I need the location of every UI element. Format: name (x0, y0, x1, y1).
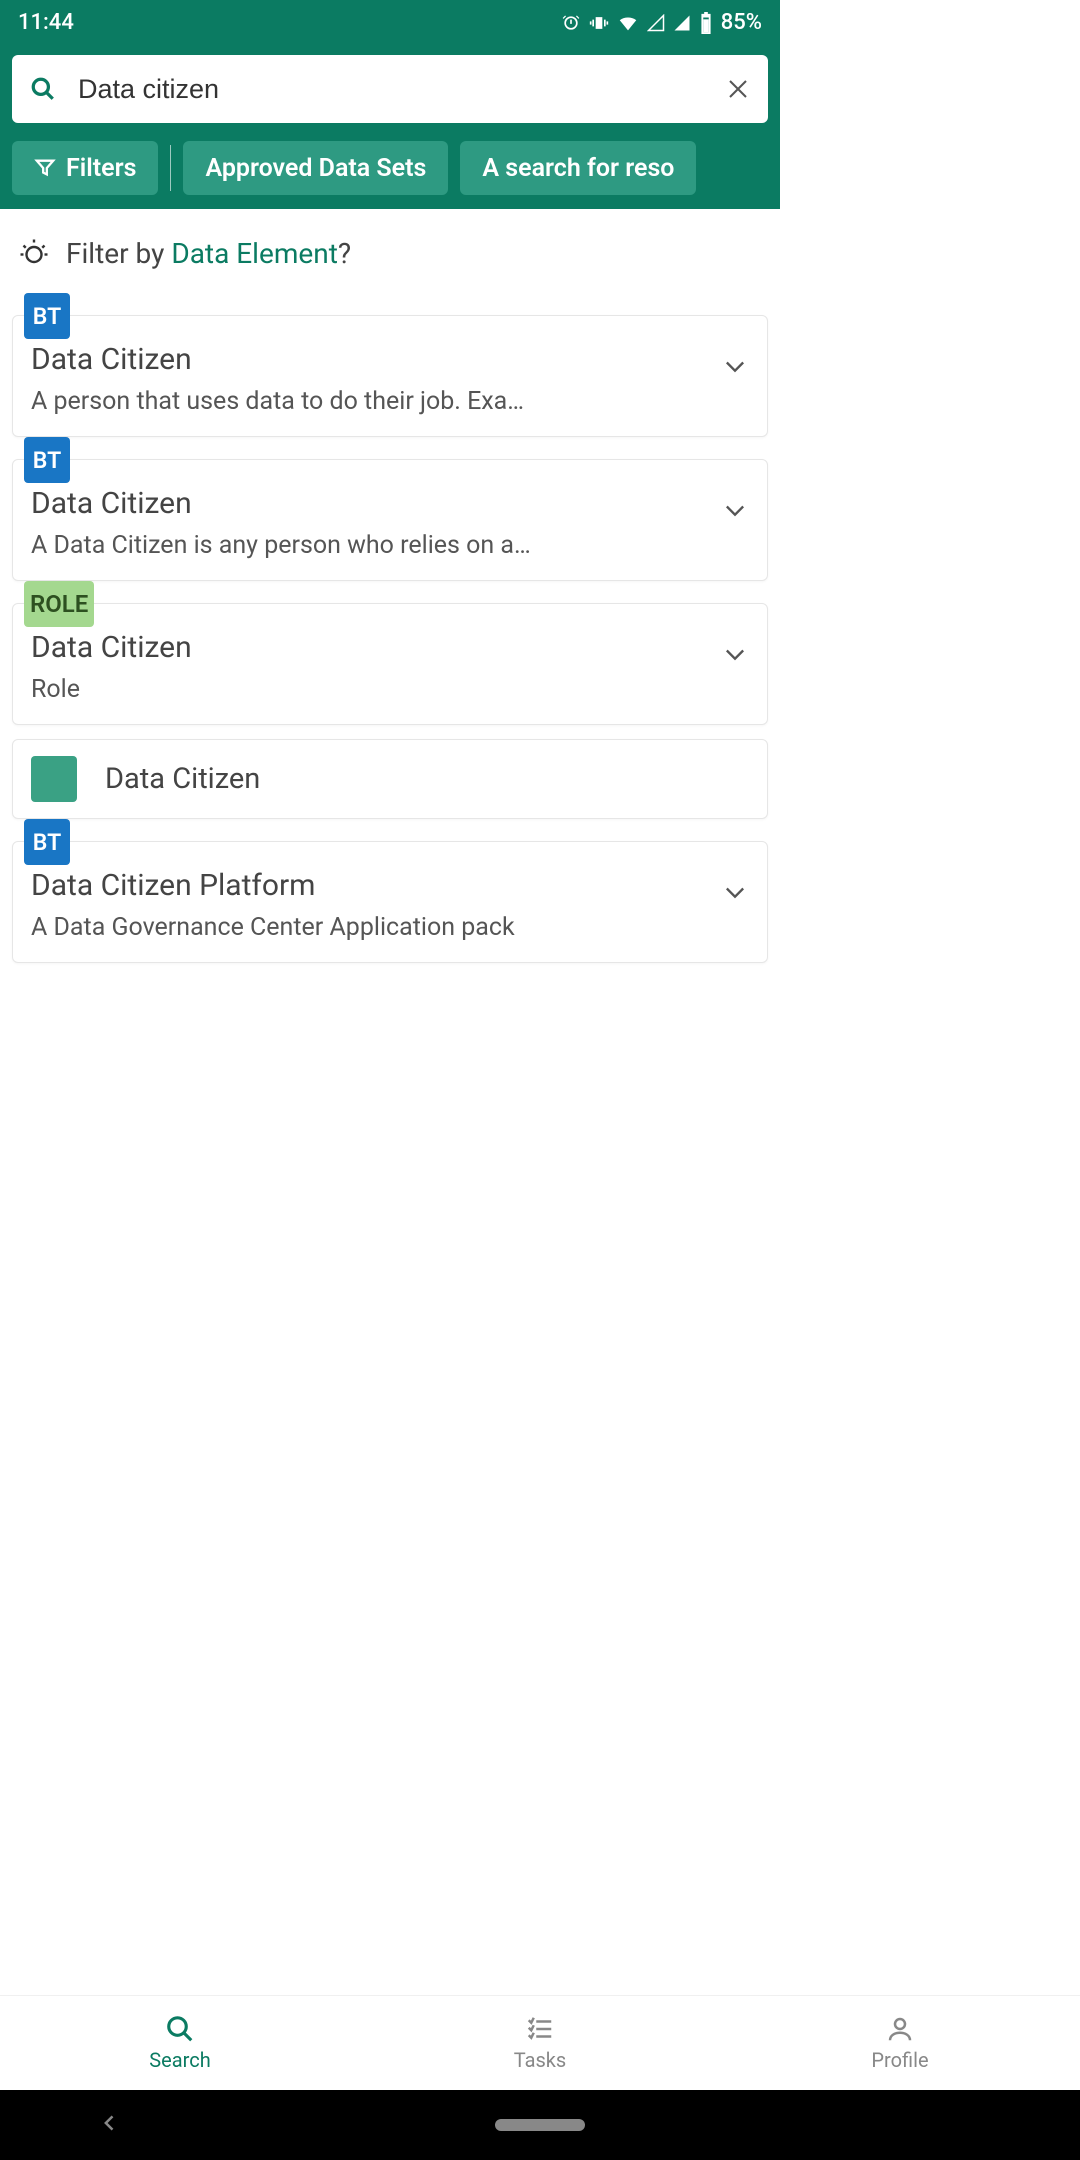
battery-icon (699, 12, 713, 34)
result-title: Data Citizen (31, 486, 721, 521)
result-title: Data Citizen (31, 630, 721, 665)
result-item: ROLE Data Citizen Role (0, 603, 780, 725)
result-item: BT Data Citizen A Data Citizen is any pe… (0, 459, 780, 581)
suggest-suffix: ? (338, 237, 351, 270)
result-card[interactable]: Data Citizen A person that uses data to … (12, 315, 768, 437)
search-icon (165, 2014, 195, 2044)
signal-icon-2 (673, 14, 691, 32)
bottom-nav: Search Tasks Profile (0, 1995, 1080, 2090)
type-badge-bt: BT (24, 293, 70, 339)
system-home-pill[interactable] (495, 2119, 585, 2131)
tasks-icon (525, 2014, 555, 2044)
nav-tasks[interactable]: Tasks (360, 1996, 720, 2090)
system-back-button[interactable] (100, 2113, 120, 2137)
result-item: BT Data Citizen Platform A Data Governan… (0, 841, 780, 963)
result-card[interactable]: Data Citizen A Data Citizen is any perso… (12, 459, 768, 581)
chevron-down-icon[interactable] (721, 352, 749, 384)
search-icon (30, 76, 56, 102)
result-card[interactable]: Data Citizen Role (12, 603, 768, 725)
filter-chip-row: Filters Approved Data Sets A search for … (12, 141, 768, 195)
status-icons: 85% (561, 10, 762, 35)
type-badge-bt: BT (24, 437, 70, 483)
result-title: Data Citizen Platform (31, 868, 721, 903)
result-title: Data Citizen (31, 342, 721, 377)
result-title: Data Citizen (105, 762, 260, 796)
search-box[interactable] (12, 55, 768, 123)
nav-search[interactable]: Search (0, 1996, 360, 2090)
result-card[interactable]: Data Citizen Platform A Data Governance … (12, 841, 768, 963)
result-item: Data Citizen (0, 739, 780, 819)
nav-profile[interactable]: Profile (720, 1996, 1080, 2090)
status-time: 11:44 (18, 10, 74, 35)
chip-divider (170, 145, 171, 191)
chevron-down-icon[interactable] (721, 640, 749, 672)
suggest-prefix: Filter by (66, 237, 171, 270)
suggest-link[interactable]: Data Element (171, 237, 338, 270)
nav-label: Profile (871, 2048, 928, 2072)
profile-icon (885, 2014, 915, 2044)
lightbulb-icon (16, 235, 52, 271)
community-icon (31, 756, 77, 802)
search-input[interactable] (78, 74, 704, 105)
alarm-icon (561, 13, 581, 33)
result-card[interactable]: Data Citizen (12, 739, 768, 819)
vibrate-icon (589, 13, 609, 33)
type-badge-bt: BT (24, 819, 70, 865)
filters-label: Filters (66, 154, 136, 183)
status-bar: 11:44 85% (0, 0, 780, 45)
chip-search-resources[interactable]: A search for reso (460, 141, 696, 195)
nav-label: Search (149, 2048, 210, 2072)
result-item: BT Data Citizen A person that uses data … (0, 315, 780, 437)
type-badge-role: ROLE (24, 581, 94, 627)
chevron-down-icon[interactable] (721, 496, 749, 528)
result-description: Role (31, 675, 631, 704)
battery-percent: 85% (721, 10, 762, 35)
search-results: Filter by Data Element? BT Data Citizen … (0, 209, 780, 1399)
chip-approved-data-sets[interactable]: Approved Data Sets (183, 141, 448, 195)
chevron-down-icon[interactable] (721, 878, 749, 910)
clear-icon[interactable] (726, 77, 750, 101)
filters-button[interactable]: Filters (12, 141, 158, 195)
result-description: A Data Citizen is any person who relies … (31, 531, 631, 560)
system-nav-bar (0, 2090, 1080, 2160)
wifi-icon (617, 12, 639, 34)
filter-suggestion[interactable]: Filter by Data Element? (0, 235, 780, 293)
nav-label: Tasks (514, 2048, 567, 2072)
result-description: A person that uses data to do their job.… (31, 387, 631, 416)
result-description: A Data Governance Center Application pac… (31, 913, 631, 942)
signal-icon (647, 14, 665, 32)
app-header: Filters Approved Data Sets A search for … (0, 45, 780, 209)
